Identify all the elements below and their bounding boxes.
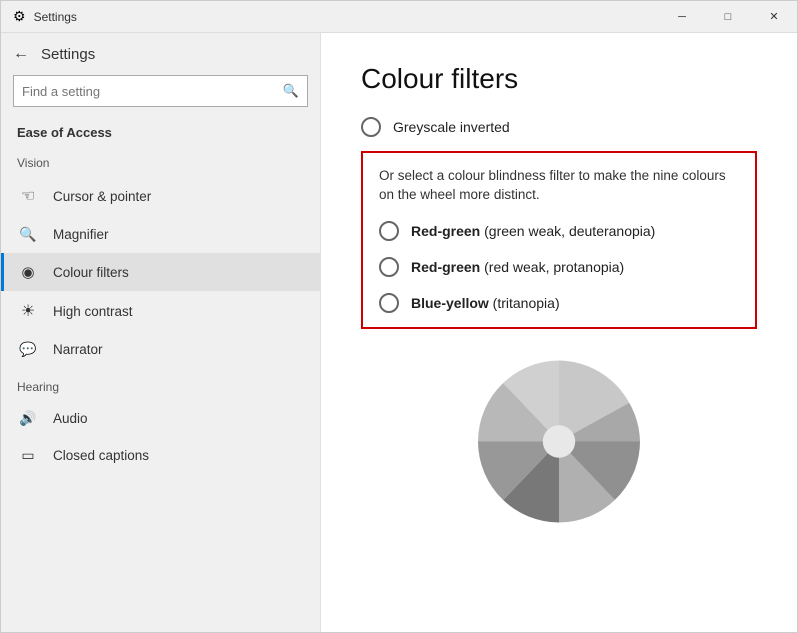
blue-yellow-row[interactable]: Blue-yellow (tritanopia) [379,293,739,313]
hearing-section-label: Hearing [1,368,320,400]
colour-filters-icon: ◉ [17,263,39,281]
filter-box-description: Or select a colour blindness filter to m… [379,167,739,205]
red-green-deuteranopia-row[interactable]: Red-green (green weak, deuteranopia) [379,221,739,241]
ease-of-access-label: Ease of Access [1,119,320,144]
greyscale-inverted-label: Greyscale inverted [393,119,510,135]
red-green-deuteranopia-radio[interactable] [379,221,399,241]
sidebar-item-narrator[interactable]: 💬 Narrator [1,331,320,368]
cursor-icon: ☜ [17,186,39,206]
colour-wheel-area [361,347,757,527]
cursor-label: Cursor & pointer [53,189,151,204]
closed-captions-icon: ▭ [17,447,39,464]
red-green-protanopia-label: Red-green (red weak, protanopia) [411,259,624,275]
close-button[interactable]: ✕ [751,1,797,33]
vision-section-label: Vision [1,144,320,176]
blue-yellow-label: Blue-yellow (tritanopia) [411,295,560,311]
colour-blindness-filter-box: Or select a colour blindness filter to m… [361,151,757,329]
back-button[interactable]: ← [13,45,29,63]
red-green-protanopia-bold: Red-green [411,259,480,275]
app-icon: ⚙ [13,8,26,25]
title-bar-controls: ─ □ ✕ [659,1,797,33]
sidebar-item-cursor[interactable]: ☜ Cursor & pointer [1,176,320,216]
greyscale-inverted-row[interactable]: Greyscale inverted [361,117,757,137]
sidebar-item-audio[interactable]: 🔊 Audio [1,400,320,437]
high-contrast-label: High contrast [53,304,133,319]
sidebar-item-magnifier[interactable]: 🔍 Magnifier [1,216,320,253]
audio-icon: 🔊 [17,410,39,427]
back-icon: ← [13,45,29,63]
page-title: Colour filters [361,63,757,95]
search-icon: 🔍 [275,83,307,99]
magnifier-icon: 🔍 [17,226,39,243]
sidebar-item-colour-filters[interactable]: ◉ Colour filters [1,253,320,291]
sidebar-app-title: Settings [41,46,95,63]
search-box[interactable]: 🔍 [13,75,308,107]
magnifier-label: Magnifier [53,227,109,242]
title-bar-title: Settings [34,10,77,24]
red-green-deuteranopia-label: Red-green (green weak, deuteranopia) [411,223,655,239]
sidebar-header: ← Settings [1,33,320,71]
sidebar: ← Settings 🔍 Ease of Access Vision ☜ Cur… [1,33,321,632]
minimize-button[interactable]: ─ [659,1,705,33]
main-layout: ← Settings 🔍 Ease of Access Vision ☜ Cur… [1,33,797,632]
red-green-protanopia-row[interactable]: Red-green (red weak, protanopia) [379,257,739,277]
maximize-button[interactable]: □ [705,1,751,33]
narrator-label: Narrator [53,342,103,357]
blue-yellow-bold: Blue-yellow [411,295,489,311]
sidebar-item-high-contrast[interactable]: ☀ High contrast [1,291,320,331]
narrator-icon: 💬 [17,341,39,358]
closed-captions-label: Closed captions [53,448,149,463]
settings-window: ⚙ Settings ─ □ ✕ ← Settings 🔍 Ease of Ac… [0,0,798,633]
audio-label: Audio [53,411,88,426]
search-input[interactable] [14,84,275,99]
title-bar: ⚙ Settings ─ □ ✕ [1,1,797,33]
colour-wheel-svg [449,347,669,527]
red-green-deuteranopia-bold: Red-green [411,223,480,239]
content-area: Colour filters Greyscale inverted Or sel… [321,33,797,632]
title-bar-left: ⚙ Settings [13,8,77,25]
red-green-protanopia-radio[interactable] [379,257,399,277]
high-contrast-icon: ☀ [17,301,39,321]
blue-yellow-radio[interactable] [379,293,399,313]
greyscale-inverted-radio[interactable] [361,117,381,137]
sidebar-item-closed-captions[interactable]: ▭ Closed captions [1,437,320,474]
colour-filters-label: Colour filters [53,265,129,280]
